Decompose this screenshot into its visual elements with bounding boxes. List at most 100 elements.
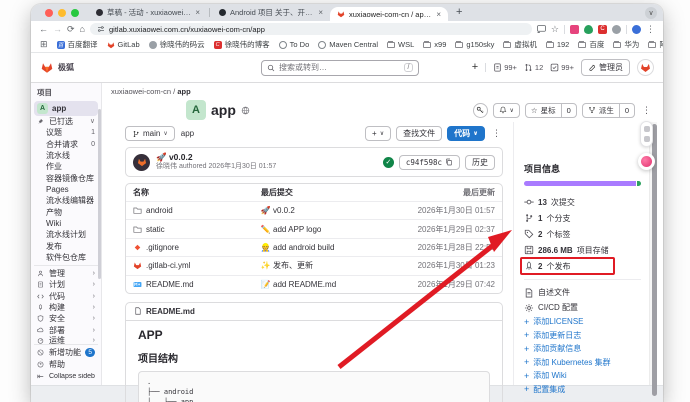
sidebar-item-pipelines[interactable]: 流水线 <box>34 150 98 161</box>
code-button[interactable]: 代码 ∨ <box>447 126 485 141</box>
cicd-config-link[interactable]: CI/CD 配置 <box>524 300 641 315</box>
fork-button[interactable]: 派生 0 <box>581 102 635 118</box>
sidebar-section-plan[interactable]: 计划 › <box>34 279 98 290</box>
bookmark-star-icon[interactable]: ☆ <box>551 24 559 34</box>
stat-branches[interactable]: 1 个分支 <box>524 210 641 226</box>
col-name[interactable]: 名称 <box>126 184 254 201</box>
file-row-gitignore[interactable]: .gitignore 👷 add android build 2026年1月28… <box>126 237 502 256</box>
close-window-button[interactable] <box>45 8 53 17</box>
add-changelog-link[interactable]: + 添加更新日志 <box>524 329 641 343</box>
floating-extension-badge[interactable] <box>638 153 655 170</box>
merge-requests-counter[interactable]: 12 <box>524 63 543 72</box>
url-text[interactable]: gitlab.xuxiaowei.com.cn/xuxiaowei-com-cn… <box>109 25 265 34</box>
find-file-button[interactable]: 查找文件 <box>396 126 443 141</box>
add-wiki-link[interactable]: + 添加 Wiki <box>524 369 641 383</box>
sidebar-item-merge-requests[interactable]: 合并请求 0 <box>34 138 98 149</box>
sidebar-section-manage[interactable]: 管理 › <box>34 268 98 279</box>
bookmark-folder-g150[interactable]: g150sky <box>455 40 494 49</box>
todos-counter[interactable]: 99+ <box>550 63 574 72</box>
floating-extension-pill[interactable] <box>640 121 653 147</box>
breadcrumb-project[interactable]: app <box>177 87 190 96</box>
bookmark-baidu-translate[interactable]: 百百度翻译 <box>56 39 98 50</box>
notifications-button[interactable]: ∨ <box>492 102 520 118</box>
extension-csdn-icon[interactable]: C <box>598 24 607 34</box>
sidebar-section-deploy[interactable]: 部署 › <box>34 325 98 336</box>
bookmark-gitlab[interactable]: GitLab <box>107 40 140 49</box>
file-row-gitlab-ci[interactable]: .gitlab-ci.yml ✨ 发布、更新 2026年1月30日 01:23 <box>126 256 502 274</box>
bookmark-folder-baidu[interactable]: 百度 <box>578 39 604 50</box>
new-tab-button[interactable]: + <box>456 7 462 18</box>
stat-commits[interactable]: 13 次提交 <box>524 194 641 210</box>
tab-search-chevron-icon[interactable]: ∨ <box>645 6 657 19</box>
sidebar-project-item[interactable]: A app <box>34 101 98 116</box>
side-panel-grid-icon[interactable]: ⊞ <box>40 40 48 49</box>
pipeline-passed-icon[interactable]: ✓ <box>382 156 394 168</box>
bookmark-folder-192[interactable]: 192 <box>545 40 569 49</box>
branch-selector[interactable]: main ∨ <box>125 126 175 141</box>
file-row-readme[interactable]: README.md 📝 add README.md 2026年1月29日 07:… <box>126 274 502 293</box>
stat-releases[interactable]: 2 个发布 <box>520 257 641 275</box>
sidebar-scrollbar[interactable] <box>98 109 101 279</box>
global-search-input[interactable]: 搜索或转到… / <box>261 59 419 76</box>
star-button[interactable]: ☆ 星标 0 <box>524 102 577 118</box>
readme-link[interactable]: 自述文件 <box>524 285 641 300</box>
stat-storage[interactable]: 286.6 MB 项目存储 <box>524 242 641 258</box>
back-button[interactable]: ← <box>39 24 48 34</box>
commit-sha-pill[interactable]: c94f598c <box>398 154 460 170</box>
forward-button[interactable]: → <box>53 24 62 34</box>
admin-area-button[interactable]: 管理员 <box>581 59 630 76</box>
sidebar-item-package-registry[interactable]: 软件包仓库 <box>34 252 98 263</box>
sidebar-item-artifacts[interactable]: 产物 <box>34 206 98 217</box>
sidebar-item-container-registry[interactable]: 容器镜像仓库 <box>34 172 98 183</box>
sidebar-item-issues[interactable]: 议题 1 <box>34 127 98 138</box>
file-row-android[interactable]: android 🚀 v0.0.2 2026年1月30日 01:57 <box>126 201 502 219</box>
extension-pink-icon[interactable] <box>570 24 579 34</box>
project-more-options-icon[interactable]: ⋮ <box>640 105 653 116</box>
sidebar-item-pages[interactable]: Pages <box>34 184 98 195</box>
stat-tags[interactable]: 2 个标签 <box>524 226 641 242</box>
tab3-close-icon[interactable]: × <box>436 10 441 19</box>
sidebar-section-operate[interactable]: 运维 › <box>34 336 98 344</box>
home-button[interactable]: ⌂ <box>80 24 85 34</box>
commit-message[interactable]: 🚀 v0.0.2 <box>156 152 276 163</box>
site-settings-tune-icon[interactable] <box>97 25 105 33</box>
history-button[interactable]: 历史 <box>465 154 495 170</box>
minimize-window-button[interactable] <box>58 8 66 17</box>
add-license-link[interactable]: + 添加LICENSE <box>524 315 641 329</box>
bookmark-folder-wsl[interactable]: WSL <box>387 40 414 49</box>
cast-icon[interactable] <box>537 25 546 33</box>
bookmark-site[interactable]: 徐晓伟的码云 <box>148 39 205 50</box>
language-bar[interactable] <box>524 181 641 186</box>
whats-new-item[interactable]: 新增功能 5 <box>34 346 98 358</box>
repo-path-root[interactable]: app <box>181 129 194 138</box>
create-new-plus-icon[interactable]: + <box>472 62 478 73</box>
col-commit[interactable]: 最后提交 <box>254 184 406 201</box>
issues-counter[interactable]: 99+ <box>493 63 517 72</box>
sidebar-item-pipeline-schedules[interactable]: 流水线计划 <box>34 229 98 240</box>
sidebar-pinned-header[interactable]: 已钉选 ∨ <box>34 116 98 127</box>
key-icon-button[interactable] <box>472 102 488 118</box>
gitlab-logo[interactable]: 极狐 <box>40 61 74 74</box>
bookmark-blog[interactable]: C 徐晓伟的博客 <box>213 39 270 50</box>
browser-tab-2[interactable]: Android 项目 关于、开源协议 × <box>212 5 330 20</box>
tab2-close-icon[interactable]: × <box>318 8 323 17</box>
browser-profile-avatar[interactable] <box>632 24 641 34</box>
extension-ghost-icon[interactable] <box>612 24 621 34</box>
browser-tab-1[interactable]: 草稿 - 活动 - xuxiaowei - 银川 × <box>89 5 207 20</box>
bookmark-folder-vm[interactable]: 虚拟机 <box>503 39 537 50</box>
sidebar-item-jobs[interactable]: 作业 <box>34 161 98 172</box>
sidebar-section-build[interactable]: 构建 › <box>34 302 98 313</box>
sidebar-item-pipeline-editor[interactable]: 流水线编辑器 <box>34 195 98 206</box>
bookmark-folder-huawei[interactable]: 华为 <box>613 39 639 50</box>
extension-shield-icon[interactable] <box>584 24 593 34</box>
col-updated[interactable]: 最后更新 <box>406 184 502 201</box>
address-bar[interactable]: gitlab.xuxiaowei.com.cn/xuxiaowei-com-cn… <box>89 23 532 35</box>
repo-more-options-icon[interactable]: ⋮ <box>490 128 503 139</box>
sidebar-section-code[interactable]: 代码 › <box>34 291 98 302</box>
browser-menu-icon[interactable]: ⋮ <box>646 24 655 34</box>
bookmark-folder-aliyun[interactable]: 阿里云 <box>648 39 663 50</box>
add-kubernetes-link[interactable]: + 添加 Kubernetes 集群 <box>524 356 641 370</box>
browser-tab-active[interactable]: xuxiaowei-com-cn / app · G × <box>330 7 448 21</box>
zoom-window-button[interactable] <box>71 8 79 17</box>
commit-author-avatar[interactable] <box>133 153 150 171</box>
